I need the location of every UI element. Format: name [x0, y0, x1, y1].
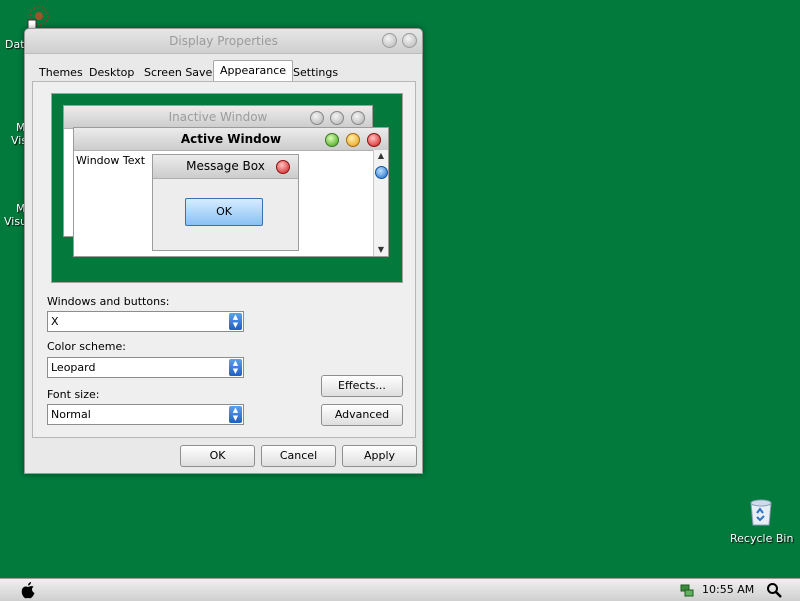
clock: 10:55 AM — [702, 583, 755, 596]
color-scheme-label: Color scheme: — [47, 340, 126, 353]
tab-desktop[interactable]: Desktop — [89, 64, 134, 82]
windows-buttons-label: Windows and buttons: — [47, 295, 170, 308]
message-box-close-icon — [276, 160, 290, 174]
color-scheme-value: Leopard — [51, 361, 96, 374]
inactive-minimize-icon — [310, 111, 324, 125]
active-maximize-icon — [346, 133, 360, 147]
tab-screen-saver[interactable]: Screen Saver — [144, 64, 217, 82]
recycle-bin-label: Recycle Bin — [730, 532, 794, 545]
appearance-preview: Inactive Window Active Window Window Tex… — [51, 93, 403, 283]
scroll-down-icon: ▼ — [377, 245, 385, 254]
updown-arrow-icon: ▲ ▼ — [229, 406, 242, 423]
effects-button[interactable]: Effects... — [321, 375, 403, 397]
updown-arrow-icon: ▲ ▼ — [229, 313, 242, 330]
inactive-maximize-icon — [330, 111, 344, 125]
advanced-button[interactable]: Advanced — [321, 404, 403, 426]
recycle-bin[interactable]: Recycle Bin — [730, 494, 794, 545]
preview-ok-button: OK — [185, 198, 263, 226]
apply-button[interactable]: Apply — [342, 445, 417, 467]
ok-button[interactable]: OK — [180, 445, 255, 467]
active-minimize-icon — [325, 133, 339, 147]
dialog-title: Display Properties — [169, 34, 278, 48]
color-scheme-select[interactable]: Leopard ▲ ▼ — [47, 357, 244, 378]
search-icon[interactable] — [766, 582, 782, 598]
network-icon[interactable] — [679, 582, 695, 598]
desktop-icon-label-1[interactable]: Dat — [5, 38, 25, 51]
preview-scrollbar: ▲ ▼ — [373, 150, 388, 256]
tab-appearance[interactable]: Appearance — [213, 60, 294, 83]
taskbar: 10:55 AM — [0, 578, 800, 601]
scroll-up-icon: ▲ — [377, 151, 385, 160]
font-size-select[interactable]: Normal ▲ ▼ — [47, 404, 244, 425]
cancel-button[interactable]: Cancel — [261, 445, 336, 467]
preview-message-box: Message Box OK — [152, 154, 299, 251]
inactive-close-icon — [351, 111, 365, 125]
recycle-bin-icon — [750, 499, 772, 526]
windows-buttons-value: X — [51, 315, 59, 328]
active-window-title: Active Window — [74, 128, 388, 151]
close-button[interactable] — [402, 33, 417, 48]
scroll-thumb — [375, 166, 388, 179]
window-text: Window Text — [76, 154, 146, 167]
apple-icon[interactable] — [20, 581, 36, 599]
font-size-label: Font size: — [47, 388, 100, 401]
active-close-icon — [367, 133, 381, 147]
dialog-titlebar[interactable]: Display Properties — [25, 29, 422, 54]
font-size-value: Normal — [51, 408, 91, 421]
display-properties-dialog: Display Properties Themes Desktop Screen… — [24, 28, 423, 474]
inactive-window-title: Inactive Window — [64, 106, 372, 129]
updown-arrow-icon: ▲ ▼ — [229, 359, 242, 376]
appearance-panel: Inactive Window Active Window Window Tex… — [32, 81, 416, 438]
tab-themes[interactable]: Themes — [39, 64, 83, 82]
windows-buttons-select[interactable]: X ▲ ▼ — [47, 311, 244, 332]
tab-settings[interactable]: Settings — [293, 64, 338, 82]
help-button[interactable] — [382, 33, 397, 48]
